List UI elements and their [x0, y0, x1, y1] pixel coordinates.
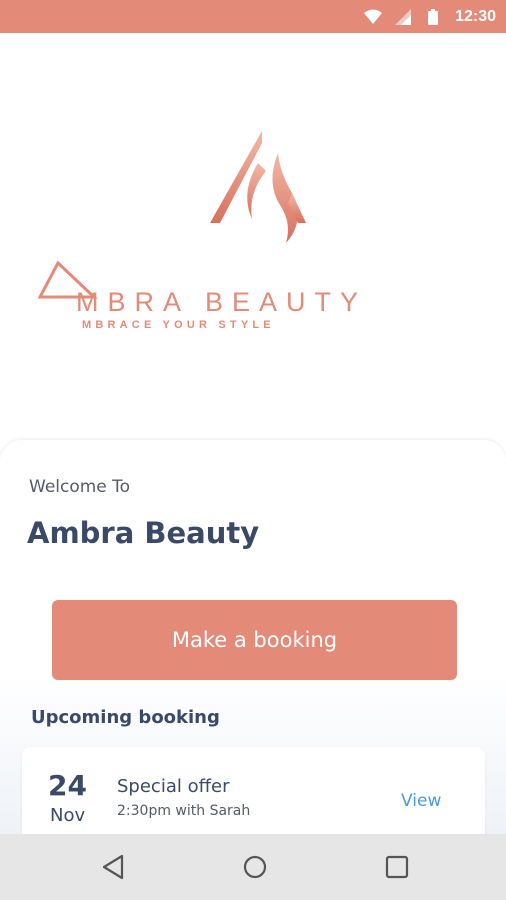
- booking-list-item[interactable]: 24 Nov Special offer 2:30pm with Sarah V…: [22, 747, 485, 847]
- welcome-title: Ambra Beauty: [27, 516, 260, 550]
- booking-day: 24: [48, 769, 87, 802]
- brand-logo-area: MBRA BEAUTY MBRACE YOUR STYLE: [0, 33, 506, 433]
- signal-icon: [393, 7, 413, 27]
- back-icon[interactable]: [98, 852, 128, 882]
- upcoming-booking-heading: Upcoming booking: [31, 707, 220, 728]
- brand-wordmark: MBRA BEAUTY: [76, 287, 368, 317]
- battery-icon: [423, 7, 443, 27]
- welcome-label: Welcome To: [29, 477, 131, 497]
- welcome-card: Welcome To Ambra Beauty Make a booking U…: [0, 440, 506, 847]
- status-time: 12:30: [455, 7, 496, 25]
- booking-month: Nov: [50, 805, 86, 826]
- navigation-bar: [0, 834, 506, 900]
- recents-icon[interactable]: [382, 852, 412, 882]
- make-booking-button[interactable]: Make a booking: [52, 600, 457, 680]
- booking-title: Special offer: [117, 776, 230, 797]
- home-icon[interactable]: [240, 852, 270, 882]
- view-booking-link[interactable]: View: [401, 791, 441, 811]
- status-bar: 12:30: [0, 0, 506, 33]
- wifi-icon: [363, 7, 383, 27]
- booking-subtitle: 2:30pm with Sarah: [117, 803, 251, 819]
- brand-tagline: MBRACE YOUR STYLE: [82, 319, 275, 331]
